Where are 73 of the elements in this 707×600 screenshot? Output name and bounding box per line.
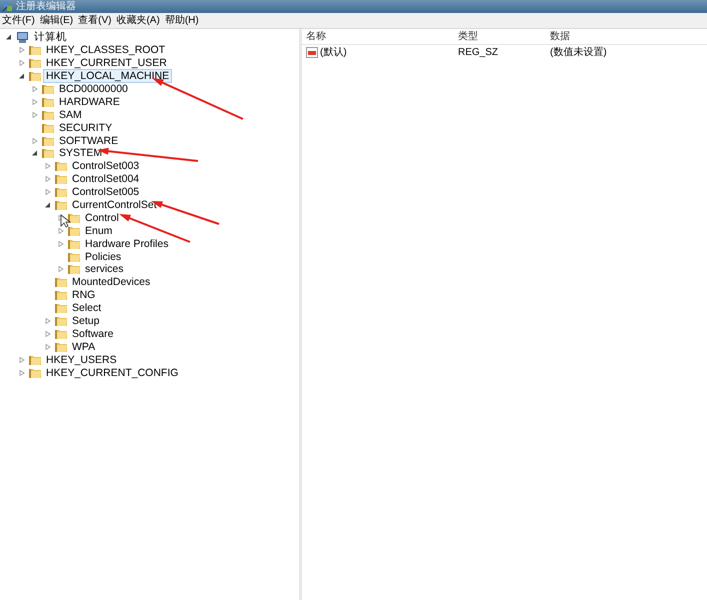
folder-icon — [68, 252, 80, 262]
tree-item[interactable]: BCD00000000 — [56, 82, 131, 96]
folder-icon — [55, 277, 67, 288]
computer-icon — [16, 32, 29, 43]
tree-item[interactable]: SECURITY — [56, 120, 116, 135]
folder-icon — [29, 354, 41, 365]
folder-icon — [42, 136, 54, 146]
tree-item[interactable]: 计算机 — [31, 30, 70, 44]
folder-icon — [68, 212, 80, 223]
tree-item[interactable]: HKEY_LOCAL_MACHINE — [43, 69, 172, 84]
tree-item[interactable]: RNG — [69, 288, 98, 302]
tree-item[interactable]: SYSTEM — [56, 146, 106, 160]
tree-item[interactable]: Policies — [82, 250, 124, 264]
tree-item[interactable]: Control — [82, 210, 122, 225]
folder-icon — [42, 110, 54, 120]
menu-item[interactable]: 帮助(H) — [162, 14, 202, 27]
tree-item[interactable]: WPA — [69, 340, 98, 354]
folder-icon — [55, 342, 67, 352]
tree-item[interactable]: services — [82, 262, 127, 276]
folder-icon — [55, 316, 67, 326]
expanded-triangle-icon[interactable] — [45, 202, 51, 208]
folder-icon — [55, 187, 67, 198]
folder-icon — [29, 368, 41, 378]
tree-item[interactable]: SAM — [56, 108, 85, 122]
expanded-triangle-icon[interactable] — [19, 73, 25, 80]
tree-item[interactable]: ControlSet005 — [69, 185, 142, 200]
menu-item[interactable]: 编辑(E) — [38, 14, 76, 27]
tree-item[interactable]: MountedDevices — [69, 275, 154, 290]
folder-icon — [29, 71, 41, 82]
registry-app-icon — [2, 1, 13, 12]
folder-icon — [55, 290, 67, 300]
folder-icon — [68, 264, 80, 274]
tree-item[interactable]: Hardware Profiles — [82, 236, 172, 251]
folder-icon — [68, 238, 80, 249]
tree-item[interactable]: ControlSet004 — [69, 172, 142, 186]
tree-item[interactable]: HKEY_CLASSES_ROOT — [43, 43, 168, 58]
tree-item[interactable]: HKEY_USERS — [43, 352, 120, 367]
window-title: 注册表编辑器 — [16, 0, 76, 12]
menu-item[interactable]: 收藏夹(A) — [114, 14, 163, 27]
tree-item[interactable]: HARDWARE — [56, 94, 123, 109]
folder-icon — [55, 174, 67, 184]
folder-icon — [68, 226, 80, 236]
tree-item[interactable]: CurrentControlSet — [69, 198, 160, 212]
folder-icon — [55, 303, 67, 314]
string-value-icon — [306, 46, 318, 58]
folder-icon — [29, 58, 41, 68]
tree-item[interactable]: HKEY_CURRENT_USER — [43, 56, 170, 70]
folder-icon — [55, 328, 67, 339]
column-heading[interactable]: 类型 — [454, 31, 546, 44]
folder-icon — [42, 148, 54, 158]
cursor-icon — [60, 214, 72, 228]
value-type: REG_SZ — [457, 46, 500, 58]
value-name[interactable]: (默认) — [320, 45, 347, 59]
folder-icon — [55, 200, 67, 210]
value-data: (数值未设置) — [549, 46, 608, 59]
menu-item[interactable]: 文件(F) — [0, 14, 38, 27]
tree-item[interactable]: Select — [69, 301, 104, 316]
tree-item[interactable]: SOFTWARE — [56, 134, 122, 148]
column-heading[interactable]: 数据 — [546, 31, 707, 44]
folder-icon — [42, 96, 54, 107]
folder-icon — [29, 45, 41, 56]
tree-item[interactable]: Setup — [69, 314, 102, 328]
tree-item[interactable]: ControlSet003 — [69, 159, 142, 174]
expanded-triangle-icon[interactable] — [32, 150, 38, 156]
folder-icon — [42, 84, 54, 94]
folder-icon — [42, 122, 54, 133]
expanded-triangle-icon[interactable] — [6, 34, 12, 40]
folder-icon — [55, 161, 67, 172]
tree-item[interactable]: Software — [69, 326, 116, 341]
tree-item[interactable]: Enum — [82, 224, 116, 238]
menu-item[interactable]: 查看(V) — [76, 14, 114, 27]
column-heading[interactable]: 名称 — [302, 31, 454, 44]
tree-item[interactable]: HKEY_CURRENT_CONFIG — [43, 366, 182, 380]
